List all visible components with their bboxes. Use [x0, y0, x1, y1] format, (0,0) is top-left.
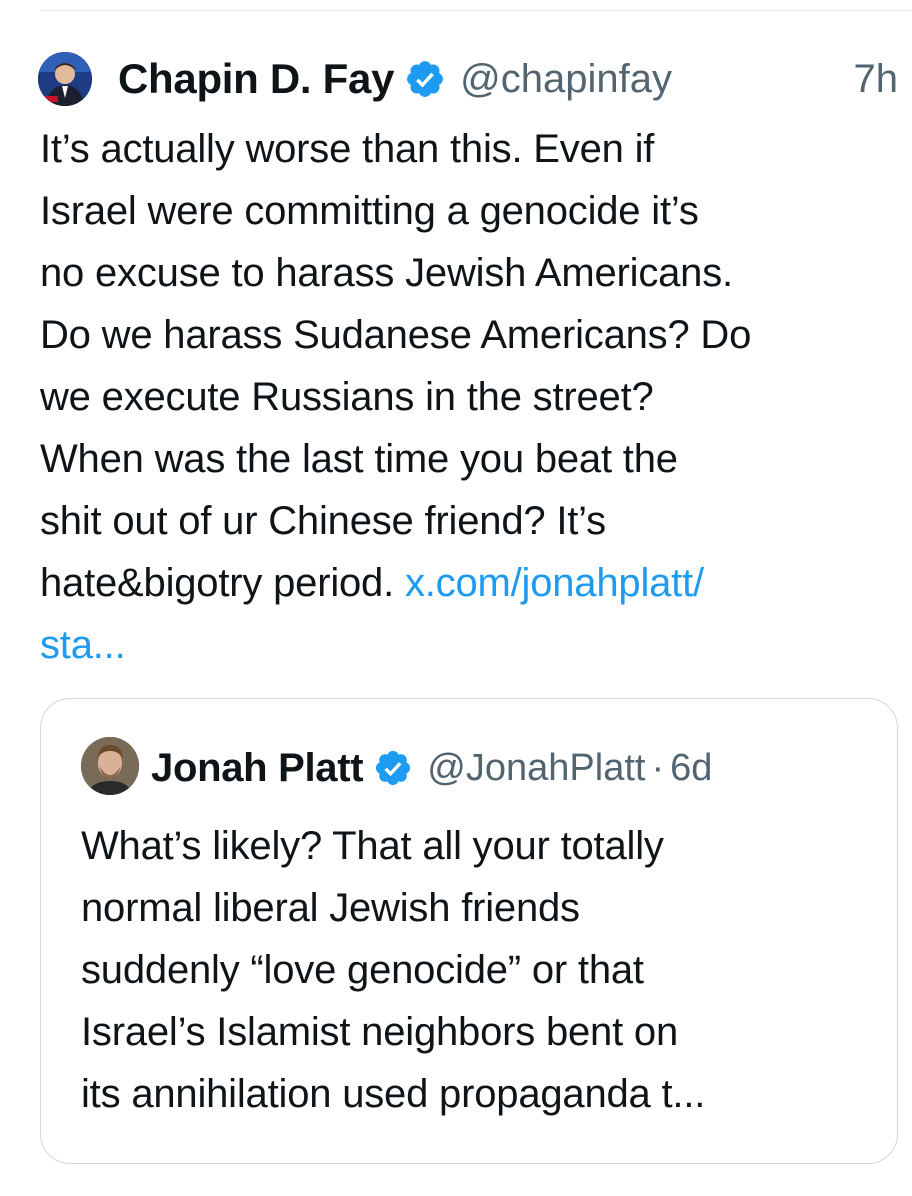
quoted-tweet-timestamp[interactable]: 6d	[670, 747, 712, 790]
tweet-text-line: we execute Russians in the street?	[40, 375, 654, 419]
tweet-text: It’s actually worse than this. Even if I…	[40, 118, 900, 676]
tweet-text-line: It’s actually worse than this. Even if	[40, 127, 655, 171]
quoted-author-display-name[interactable]: Jonah Platt	[151, 746, 364, 791]
profile-photo-icon	[38, 52, 92, 106]
quoted-tweet-text: What’s likely? That all your totally nor…	[81, 815, 881, 1125]
quoted-text-line: its annihilation used propaganda t...	[81, 1072, 706, 1116]
tweet-header: Chapin D. Fay @chapinfay	[118, 48, 672, 110]
dot-separator: ·	[651, 746, 665, 789]
tweet-text-line: Israel were committing a genocide it’s	[40, 189, 699, 233]
tweet-text-fragment: hate&bigotry period.	[40, 561, 395, 605]
tweet-text-line-with-link: hate&bigotry period. x.com/jonahplatt/	[40, 552, 900, 614]
tweet-link[interactable]: x.com/jonahplatt/	[405, 561, 704, 605]
quoted-author-avatar[interactable]	[81, 737, 139, 795]
tweet-text-line: no excuse to harass Jewish Americans.	[40, 251, 733, 295]
quoted-text-line: Israel’s Islamist neighbors bent on	[81, 1010, 679, 1054]
tweet[interactable]: Chapin D. Fay @chapinfay 7h It’s actuall…	[0, 0, 912, 1196]
author-display-name[interactable]: Chapin D. Fay	[118, 55, 394, 103]
quoted-tweet-header: Jonah Platt @JonahPlatt · 6d	[151, 737, 712, 799]
profile-photo-icon	[81, 737, 139, 795]
author-handle[interactable]: @chapinfay	[460, 57, 672, 102]
tweet-text-line: shit out of ur Chinese friend? It’s	[40, 499, 606, 543]
verified-badge-icon	[373, 748, 413, 788]
tweet-timestamp[interactable]: 7h	[854, 48, 899, 110]
author-avatar[interactable]	[38, 52, 92, 106]
verified-badge-icon	[404, 58, 446, 100]
quoted-text-line: normal liberal Jewish friends	[81, 886, 580, 930]
quoted-text-line: suddenly “love genocide” or that	[81, 948, 644, 992]
quoted-tweet-card[interactable]: Jonah Platt @JonahPlatt · 6d What’s like…	[40, 698, 898, 1164]
tweet-text-line: When was the last time you beat the	[40, 437, 678, 481]
quoted-author-handle[interactable]: @JonahPlatt	[427, 747, 645, 790]
quoted-text-line: What’s likely? That all your totally	[81, 824, 664, 868]
tweet-link-continuation[interactable]: sta...	[40, 614, 900, 676]
tweet-text-line: Do we harass Sudanese Americans? Do	[40, 313, 752, 357]
